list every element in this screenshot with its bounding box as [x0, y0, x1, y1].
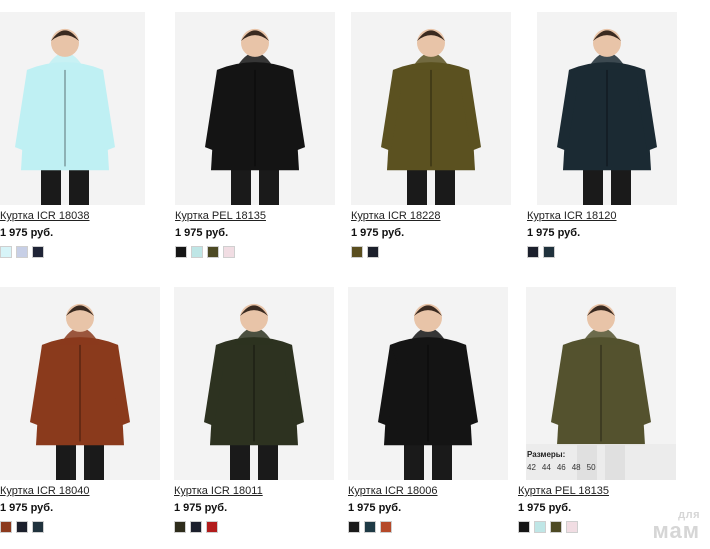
- color-swatch[interactable]: [364, 521, 376, 533]
- color-swatches: [348, 521, 523, 533]
- color-swatch[interactable]: [550, 521, 562, 533]
- product-price: 1 975 руб.: [348, 502, 402, 514]
- product-price: 1 975 руб.: [0, 502, 54, 514]
- color-swatch[interactable]: [534, 521, 546, 533]
- product-price: 1 975 руб.: [0, 227, 54, 239]
- color-swatch[interactable]: [32, 521, 44, 533]
- product-photo[interactable]: [351, 12, 511, 205]
- product-card[interactable]: Размеры: 42 44 46 48 50 Куртка PEL 18135…: [518, 287, 693, 533]
- product-photo[interactable]: [537, 12, 677, 205]
- product-card[interactable]: Куртка ICR 18228 1 975 руб.: [351, 12, 526, 258]
- model-photo-illustration: [30, 303, 130, 480]
- product-title-link[interactable]: Куртка ICR 18011: [174, 485, 349, 499]
- color-swatch[interactable]: [518, 521, 530, 533]
- product-price: 1 975 руб.: [174, 502, 228, 514]
- sizes-list: 42 44 46 48 50: [527, 463, 676, 472]
- product-photo[interactable]: [174, 287, 334, 480]
- color-swatches: [527, 246, 702, 258]
- color-swatch[interactable]: [223, 246, 235, 258]
- color-swatch[interactable]: [543, 246, 555, 258]
- color-swatch[interactable]: [380, 521, 392, 533]
- color-swatch[interactable]: [190, 521, 202, 533]
- color-swatch[interactable]: [32, 246, 44, 258]
- color-swatch[interactable]: [527, 246, 539, 258]
- size-option[interactable]: 44: [542, 463, 551, 472]
- color-swatches: [175, 246, 350, 258]
- product-title-link[interactable]: Куртка ICR 18040: [0, 485, 175, 499]
- model-photo-illustration: [15, 28, 115, 205]
- product-photo[interactable]: [348, 287, 508, 480]
- product-title-link[interactable]: Куртка PEL 18135: [175, 210, 350, 224]
- size-option[interactable]: 50: [587, 463, 596, 472]
- color-swatches: [0, 246, 175, 258]
- color-swatches: [351, 246, 526, 258]
- product-card[interactable]: Куртка ICR 18006 1 975 руб.: [348, 287, 523, 533]
- color-swatch[interactable]: [16, 521, 28, 533]
- product-price: 1 975 руб.: [527, 227, 581, 239]
- color-swatch[interactable]: [566, 521, 578, 533]
- product-card[interactable]: Куртка ICR 18040 1 975 руб.: [0, 287, 175, 533]
- color-swatch[interactable]: [207, 246, 219, 258]
- color-swatch[interactable]: [351, 246, 363, 258]
- color-swatches: [174, 521, 349, 533]
- model-photo-illustration: [557, 28, 657, 205]
- product-title-link[interactable]: Куртка ICR 18120: [527, 210, 702, 224]
- model-photo-illustration: [205, 28, 305, 205]
- color-swatch[interactable]: [16, 246, 28, 258]
- product-price: 1 975 руб.: [351, 227, 405, 239]
- product-title-link[interactable]: Куртка ICR 18038: [0, 210, 175, 224]
- model-photo-illustration: [378, 303, 478, 480]
- product-photo[interactable]: [175, 12, 335, 205]
- color-swatch[interactable]: [0, 521, 12, 533]
- sizes-panel: Размеры: 42 44 46 48 50: [526, 444, 676, 480]
- product-photo[interactable]: Размеры: 42 44 46 48 50: [526, 287, 676, 480]
- size-option[interactable]: 46: [557, 463, 566, 472]
- color-swatch[interactable]: [191, 246, 203, 258]
- color-swatch[interactable]: [348, 521, 360, 533]
- site-watermark: для мам: [652, 510, 701, 544]
- product-photo[interactable]: [0, 287, 160, 480]
- size-option[interactable]: 42: [527, 463, 536, 472]
- color-swatch[interactable]: [174, 521, 186, 533]
- color-swatch[interactable]: [0, 246, 12, 258]
- product-card[interactable]: Куртка ICR 18038 1 975 руб.: [0, 12, 175, 258]
- sizes-title: Размеры:: [527, 450, 566, 459]
- model-photo-illustration: [204, 303, 304, 480]
- product-photo[interactable]: [0, 12, 145, 205]
- size-option[interactable]: 48: [572, 463, 581, 472]
- product-title-link[interactable]: Куртка PEL 18135: [518, 485, 693, 499]
- color-swatches: [0, 521, 175, 533]
- product-title-link[interactable]: Куртка ICR 18006: [348, 485, 523, 499]
- product-title-link[interactable]: Куртка ICR 18228: [351, 210, 526, 224]
- product-card[interactable]: Куртка ICR 18120 1 975 руб.: [527, 12, 702, 258]
- product-card[interactable]: Куртка ICR 18011 1 975 руб.: [174, 287, 349, 533]
- model-photo-illustration: [381, 28, 481, 205]
- color-swatch[interactable]: [175, 246, 187, 258]
- product-card[interactable]: Куртка PEL 18135 1 975 руб.: [175, 12, 350, 258]
- watermark-bottom: мам: [652, 518, 700, 544]
- product-price: 1 975 руб.: [175, 227, 229, 239]
- color-swatch[interactable]: [206, 521, 218, 533]
- color-swatch[interactable]: [367, 246, 379, 258]
